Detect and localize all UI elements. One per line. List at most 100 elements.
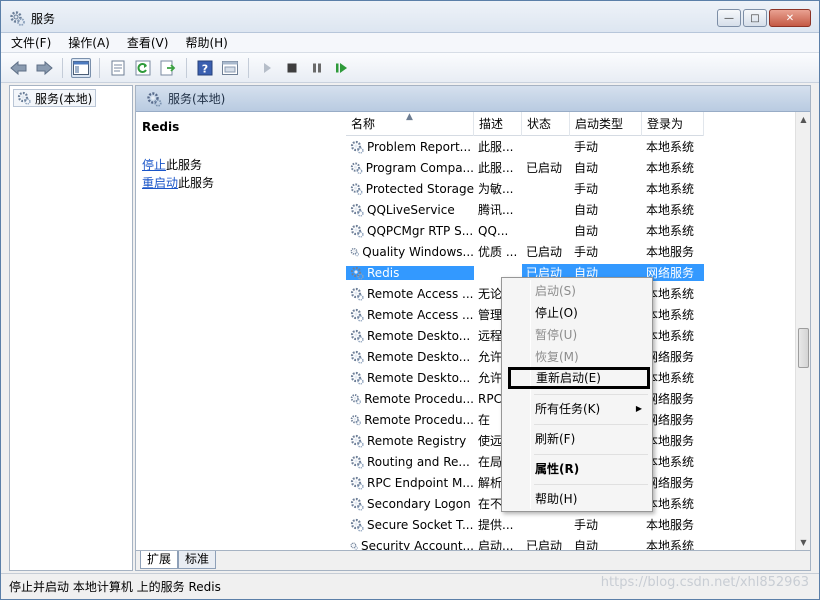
service-name-cell: Quality Windows... — [346, 245, 474, 259]
console-tree: 服务(本地) — [9, 85, 133, 571]
service-startup-type-cell: 自动 — [574, 224, 599, 238]
properties-toolbar-button[interactable] — [108, 58, 128, 78]
vertical-scrollbar[interactable]: ▲ ▼ — [795, 112, 810, 550]
context-menu-stop[interactable]: 停止(O) — [504, 302, 650, 324]
selected-service-name: Redis — [142, 120, 180, 134]
service-description-cell: 腾讯... — [478, 203, 514, 217]
context-menu: 启动(S) 停止(O) 暂停(U) 恢复(M) 重新启动(E) 所有任务(K) … — [501, 277, 653, 512]
service-name-cell: QQPCMgr RTP S... — [346, 224, 474, 238]
services-window: 服务 — □ ✕ 文件(F) 操作(A) 查看(V) 帮助(H) ? 服务(本地… — [0, 0, 820, 600]
service-gear-icon — [350, 518, 364, 532]
help-toolbar-button[interactable]: ? — [195, 58, 215, 78]
refresh-toolbar-button[interactable] — [133, 58, 153, 78]
service-name: Routing and Re... — [367, 454, 470, 469]
menu-help[interactable]: 帮助(H) — [185, 34, 227, 51]
service-name-cell: Redis — [346, 265, 474, 280]
caption-buttons: — □ ✕ — [717, 9, 811, 27]
column-header-logon-as[interactable]: 登录为 — [642, 112, 704, 136]
maximize-button[interactable]: □ — [743, 9, 767, 27]
toolbar-separator — [99, 57, 100, 78]
service-gear-icon — [350, 455, 364, 469]
service-row[interactable]: Program Compa... 此服... 已启动 自动 本地系统 — [346, 157, 802, 178]
scroll-down-icon[interactable]: ▼ — [796, 535, 810, 550]
service-name: Remote Deskto... — [367, 328, 471, 343]
column-header-description[interactable]: 描述 — [474, 112, 522, 136]
service-name-cell: Security Account... — [346, 539, 474, 550]
context-menu-start[interactable]: 启动(S) — [504, 280, 650, 302]
service-gear-icon — [350, 266, 364, 280]
scroll-up-icon[interactable]: ▲ — [796, 112, 810, 127]
service-description-panel: Redis 停止此服务 重启动此服务 — [136, 112, 344, 550]
service-gear-icon — [350, 542, 358, 550]
service-name: Redis — [367, 265, 400, 280]
show-hide-console-tree-button[interactable] — [71, 57, 91, 78]
pause-service-button[interactable] — [307, 58, 327, 78]
restart-service-link[interactable]: 重启动 — [142, 176, 178, 190]
service-name: RPC Endpoint M... — [367, 475, 474, 490]
console-view-button[interactable] — [220, 58, 240, 78]
stop-service-button[interactable] — [282, 58, 302, 78]
service-name: Remote Procedu... — [364, 412, 474, 427]
context-menu-refresh[interactable]: 刷新(F) — [504, 428, 650, 450]
tab-standard[interactable]: 标准 — [178, 551, 217, 569]
service-description-cell: 此服... — [478, 161, 514, 175]
stop-icon — [287, 63, 297, 72]
service-gear-icon — [350, 161, 363, 174]
service-name: Secure Socket T... — [367, 517, 474, 532]
service-name: Secondary Logon — [367, 496, 471, 511]
service-name-cell: Remote Deskto... — [346, 329, 474, 343]
context-menu-all-tasks[interactable]: 所有任务(K) ▶ — [504, 398, 650, 420]
context-menu-pause[interactable]: 暂停(U) — [504, 324, 650, 346]
back-button[interactable] — [9, 58, 29, 78]
menu-file[interactable]: 文件(F) — [11, 34, 51, 51]
service-name-cell: Remote Procedu... — [346, 413, 474, 427]
column-header-name[interactable]: ▲ 名称 — [346, 112, 474, 136]
service-name-cell: Remote Access ... — [346, 287, 474, 301]
start-service-button[interactable] — [257, 58, 277, 78]
service-row[interactable]: Security Account... 启动... 已启动 自动 本地系统 — [346, 535, 802, 550]
column-header-startup-type[interactable]: 启动类型 — [570, 112, 642, 136]
refresh-icon — [135, 60, 151, 75]
column-header-status[interactable]: 状态 — [522, 112, 570, 136]
tree-item-services-local[interactable]: 服务(本地) — [13, 89, 97, 107]
export-list-button[interactable] — [158, 58, 178, 78]
service-gear-icon — [350, 350, 364, 364]
context-menu-separator — [534, 424, 648, 425]
service-row[interactable]: QQLiveService 腾讯... 自动 本地系统 — [346, 199, 802, 220]
context-menu-separator — [534, 454, 648, 455]
minimize-button[interactable]: — — [717, 9, 741, 27]
properties-icon — [111, 60, 125, 75]
tab-extended[interactable]: 扩展 — [140, 551, 179, 569]
title-bar[interactable]: 服务 — □ ✕ — [1, 1, 819, 33]
service-name: Remote Procedu... — [364, 391, 474, 406]
service-gear-icon — [350, 329, 364, 343]
scroll-thumb[interactable] — [798, 328, 809, 368]
context-menu-restart[interactable]: 重新启动(E) — [508, 367, 650, 389]
service-name: Remote Access ... — [367, 307, 474, 322]
toolbar-separator — [248, 57, 249, 78]
restart-service-button[interactable] — [332, 58, 352, 78]
restart-service-line: 重启动此服务 — [142, 174, 214, 191]
service-row[interactable]: Protected Storage 为敏... 手动 本地系统 — [346, 178, 802, 199]
service-name-cell: Remote Deskto... — [346, 371, 474, 385]
toolbar: ? — [1, 53, 819, 83]
context-menu-properties[interactable]: 属性(R) — [504, 458, 650, 480]
context-menu-resume[interactable]: 恢复(M) — [504, 346, 650, 368]
forward-button[interactable] — [34, 58, 54, 78]
service-gear-icon — [350, 476, 364, 490]
service-row[interactable]: Problem Report... 此服... 手动 本地系统 — [346, 136, 802, 157]
service-row[interactable]: Quality Windows... 优质 ... 已启动 手动 本地服务 — [346, 241, 802, 262]
context-menu-help[interactable]: 帮助(H) — [504, 488, 650, 510]
service-name: Remote Deskto... — [367, 349, 471, 364]
services-gear-icon — [147, 91, 162, 107]
service-row[interactable]: QQPCMgr RTP S... QQ... 自动 本地系统 — [346, 220, 802, 241]
service-logon-cell: 本地系统 — [646, 224, 695, 238]
close-button[interactable]: ✕ — [769, 9, 811, 27]
menu-action[interactable]: 操作(A) — [68, 34, 110, 51]
service-logon-cell: 本地系统 — [646, 140, 695, 154]
service-name: Protected Storage — [365, 181, 474, 196]
stop-service-suffix: 此服务 — [166, 158, 203, 172]
service-row[interactable]: Secure Socket T... 提供... 手动 本地服务 — [346, 514, 802, 535]
stop-service-link[interactable]: 停止 — [142, 158, 166, 172]
menu-view[interactable]: 查看(V) — [127, 34, 169, 51]
